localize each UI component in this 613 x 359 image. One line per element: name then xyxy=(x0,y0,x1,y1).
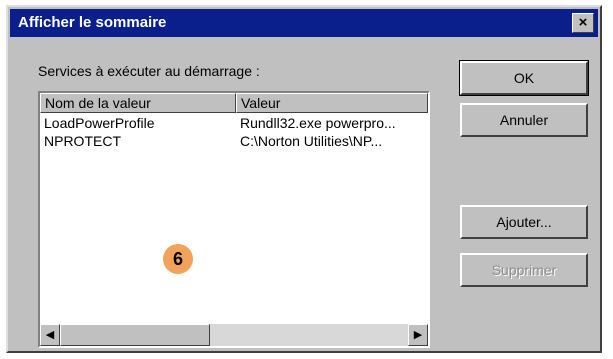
column-header-name[interactable]: Nom de la valeur xyxy=(40,93,236,113)
list-item-value: Rundll32.exe powerpro... xyxy=(240,115,396,131)
list-item[interactable]: NPROTECT C:\Norton Utilities\NP... xyxy=(40,133,428,151)
arrow-left-icon: ◀ xyxy=(45,329,55,341)
add-button[interactable]: Ajouter... xyxy=(460,205,588,239)
window-title: Afficher le sommaire xyxy=(18,14,167,31)
list-item-name: LoadPowerProfile xyxy=(44,115,155,131)
list-item-value: C:\Norton Utilities\NP... xyxy=(240,133,383,149)
scroll-left-button[interactable]: ◀ xyxy=(40,324,60,346)
services-list[interactable]: Nom de la valeur Valeur LoadPowerProfile… xyxy=(38,91,430,348)
close-button[interactable]: × xyxy=(572,13,594,33)
horizontal-scrollbar[interactable]: ◀ ▶ xyxy=(40,324,428,346)
arrow-right-icon: ▶ xyxy=(413,329,423,341)
remove-button[interactable]: Supprimer xyxy=(460,253,588,287)
scroll-thumb[interactable] xyxy=(60,324,210,346)
column-header-value[interactable]: Valeur xyxy=(236,93,428,113)
list-item[interactable]: LoadPowerProfile Rundll32.exe powerpro..… xyxy=(40,115,428,133)
services-label: Services à exécuter au démarrage : xyxy=(38,63,260,79)
summary-dialog: Afficher le sommaire × Services à exécut… xyxy=(6,5,602,353)
cancel-button[interactable]: Annuler xyxy=(460,103,588,137)
list-item-name: NPROTECT xyxy=(44,133,121,149)
title-bar: Afficher le sommaire × xyxy=(10,9,598,37)
ok-button[interactable]: OK xyxy=(459,60,589,96)
close-icon: × xyxy=(578,14,588,31)
scroll-right-button[interactable]: ▶ xyxy=(408,324,428,346)
step-number-badge: 6 xyxy=(163,244,193,274)
